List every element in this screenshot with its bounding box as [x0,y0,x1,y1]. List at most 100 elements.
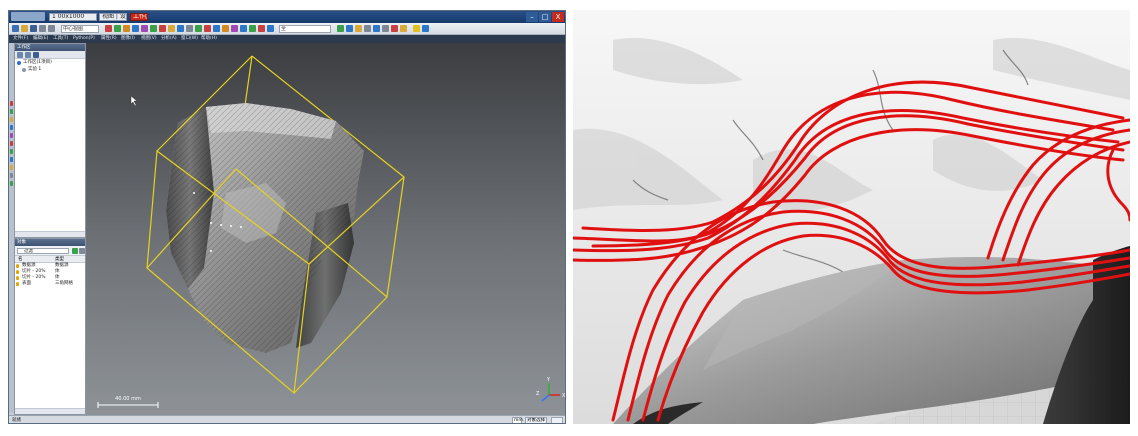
palette-icon[interactable] [222,25,229,32]
redo-icon[interactable] [48,25,55,32]
slice-tool-icon[interactable] [150,25,157,32]
menu-tools[interactable]: 工具(T) [53,36,68,42]
tree-item-label: 工作区(1项目) [23,60,52,65]
side-tool-icon[interactable] [10,125,13,130]
side-tool-icon[interactable] [10,173,13,178]
scale-bar: 40.00 mm [97,396,159,408]
link-icon[interactable] [364,25,371,32]
title-pill[interactable]: 工作区 [130,13,148,21]
render-icon[interactable] [195,25,202,32]
column-header-name[interactable]: 名 [18,256,23,263]
project-save-icon[interactable] [33,52,39,58]
maximize-button[interactable]: □ [539,12,551,22]
crop-tool-icon[interactable] [159,25,166,32]
unit-field[interactable]: mm [512,417,523,423]
objects-panel-scrollbar[interactable] [15,408,85,414]
visibility-bulb-icon[interactable] [16,264,19,268]
record-icon[interactable] [204,25,211,32]
orientation-axes-icon[interactable]: X Y Z [536,377,566,402]
side-tool-icon[interactable] [10,181,13,186]
filter-tool-icon[interactable] [231,25,238,32]
save-icon[interactable] [30,25,37,32]
side-tool-icon[interactable] [10,141,13,146]
screenshot-icon[interactable] [240,25,247,32]
help-icon[interactable] [422,25,429,32]
tree-item-label: 实验 1 [28,67,42,72]
side-tool-icon[interactable] [10,165,13,170]
open-folder-icon[interactable] [21,25,28,32]
undo-icon[interactable] [39,25,46,32]
mesh-marker [240,226,242,228]
add-object-icon[interactable] [72,248,78,254]
zoom-tool-icon[interactable] [132,25,139,32]
side-tool-icon[interactable] [10,149,13,154]
light-icon[interactable] [168,25,175,32]
status-bar: 就绪 mm 对象选择 [9,415,565,423]
title-field[interactable]: 1 00x1000 [49,13,97,21]
menu-properties[interactable]: 属性(R) [101,36,117,42]
axis-x-label: X [562,393,566,399]
table-row[interactable]: 表面 三角网格 [15,281,85,287]
side-tool-icon[interactable] [10,157,13,162]
menu-edit[interactable]: 编辑(E) [33,36,48,42]
lightbulb-icon[interactable] [400,25,407,32]
visibility-bulb-icon[interactable] [16,282,19,286]
side-tool-icon[interactable] [10,101,13,106]
menu-image[interactable]: 图像(I) [121,36,135,42]
axis-y-label: Y [546,377,551,383]
rotate-tool-icon[interactable] [123,25,130,32]
view-combo[interactable]: 中心视图 [61,25,99,33]
selection-mode-field[interactable]: 对象选择 [525,417,547,423]
menu-analysis[interactable]: 分析(A) [161,36,177,42]
paste-icon[interactable] [382,25,389,32]
delete-object-icon[interactable] [79,248,85,254]
display-combo[interactable]: 全 [279,25,331,33]
tree-item-workspace[interactable]: 工作区(1项目) [15,59,85,66]
export-icon[interactable] [249,25,256,32]
tree-item-experiment[interactable]: 实验 1 [15,66,85,73]
menu-file[interactable]: 文件(F) [13,36,28,42]
minimize-button[interactable]: – [526,12,538,22]
move-tool-icon[interactable] [114,25,121,32]
project-panel: 工作区 工作区(1项目) 实验 1 [14,43,86,238]
project-panel-toolbar [15,51,85,59]
bookmark-icon[interactable] [355,25,362,32]
new-file-icon[interactable] [12,25,19,32]
menu-help[interactable]: 帮助(H) [201,36,217,42]
display-icon[interactable] [267,25,274,32]
layers-icon[interactable] [213,25,220,32]
project-list-icon[interactable] [25,52,31,58]
main-toolbar: 中心视图 全 [9,23,565,35]
close-button[interactable]: X [552,12,564,22]
select-tool-icon[interactable] [105,25,112,32]
measure-tool-icon[interactable] [141,25,148,32]
column-header-type[interactable]: 类型 [55,256,64,263]
visibility-bulb-icon[interactable] [16,270,19,274]
visibility-bulb-icon[interactable] [16,276,19,280]
project-panel-scrollbar[interactable] [15,231,85,237]
mesh-marker [210,250,212,252]
play-icon[interactable] [337,25,344,32]
copy-icon[interactable] [373,25,380,32]
project-add-icon[interactable] [17,52,23,58]
grid-icon[interactable] [186,25,193,32]
mesh-marker [193,192,195,194]
title-bar[interactable]: 1 00x1000 视图 | 设置 工作区 – □ X [9,11,565,23]
star-icon[interactable] [413,25,420,32]
menu-view[interactable]: 视图(V) [141,36,157,42]
axis-icon[interactable] [346,25,353,32]
stop-icon[interactable] [258,25,265,32]
camera-icon[interactable] [177,25,184,32]
side-tool-icon[interactable] [10,109,13,114]
side-tool-icon[interactable] [10,133,13,138]
3d-viewport[interactable]: 40.00 mm X Y Z [86,43,566,415]
status-text: 就绪 [12,418,21,423]
side-tool-icon[interactable] [10,117,13,122]
object-name: 表面 [22,281,31,286]
menu-window[interactable]: 窗口(W) [181,36,198,42]
status-settings-button[interactable] [551,417,563,423]
menu-python[interactable]: Python(P) [73,36,95,42]
objects-filter-input[interactable] [17,248,69,254]
app-logo [11,12,45,21]
delete-icon[interactable] [391,25,398,32]
